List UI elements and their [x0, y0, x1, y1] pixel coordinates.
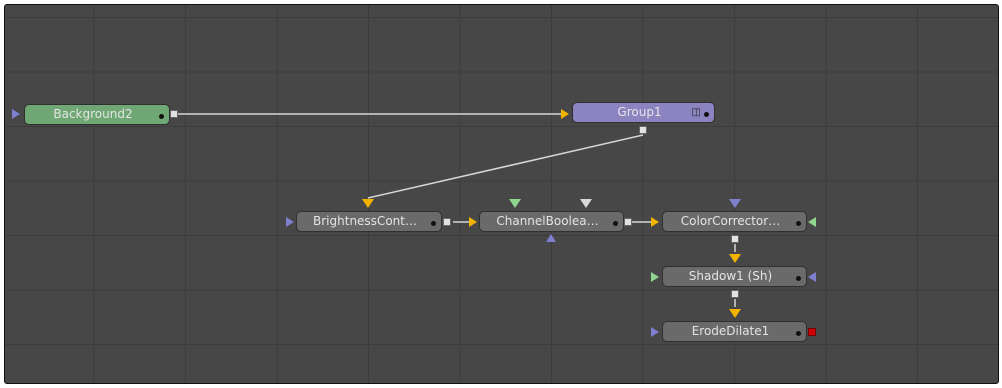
colorcorrector-input-port[interactable]	[651, 217, 659, 227]
node-erode-dilate1[interactable]: ErodeDilate1	[662, 321, 807, 342]
node-shadow1-label: Shadow1 (Sh)	[688, 269, 773, 283]
shadow-mask-input-port[interactable]	[808, 272, 816, 282]
brightness-mask-input-port[interactable]	[286, 217, 294, 227]
channel-effect-mask-input-port[interactable]	[580, 199, 592, 208]
group-expand-icon[interactable]: ◫	[692, 107, 701, 119]
node-background2[interactable]: Background2	[24, 104, 170, 125]
node-erode-dilate1-label: ErodeDilate1	[691, 324, 770, 338]
node-erode-dilate1-status-dot	[796, 331, 801, 336]
group1-output-port[interactable]	[639, 126, 647, 134]
node-group1[interactable]: Group1 ◫	[572, 102, 715, 123]
colorcorrector-side-input-port[interactable]	[808, 217, 816, 227]
node-group1-label: Group1	[617, 105, 662, 119]
node-color-corrector[interactable]: ColorCorrector…	[662, 211, 807, 232]
channel-background-input-port[interactable]	[469, 217, 477, 227]
node-group1-status-dot	[704, 112, 709, 117]
brightness-output-port[interactable]	[443, 218, 451, 226]
node-background2-status-dot	[159, 114, 164, 119]
background2-input-port[interactable]	[12, 109, 20, 119]
shadow-input-port[interactable]	[729, 254, 741, 263]
erode-output-port[interactable]	[808, 328, 816, 336]
flow-editor-canvas[interactable]	[4, 4, 999, 384]
node-color-corrector-status-dot	[796, 221, 801, 226]
node-brightness-contrast[interactable]: BrightnessCont…	[296, 211, 442, 232]
node-brightness-contrast-label: BrightnessCont…	[313, 214, 417, 228]
channel-bottom-mask-input-port[interactable]	[546, 234, 556, 242]
node-channel-booleans-status-dot	[613, 221, 618, 226]
node-channel-booleans-label: ChannelBoolea…	[496, 214, 599, 228]
channel-foreground-input-port[interactable]	[509, 199, 521, 208]
brightness-main-input-port[interactable]	[362, 199, 374, 208]
node-color-corrector-label: ColorCorrector…	[680, 214, 781, 228]
node-shadow1-status-dot	[796, 276, 801, 281]
shadow-output-port[interactable]	[731, 290, 739, 298]
background2-output-port[interactable]	[170, 110, 178, 118]
node-brightness-contrast-status-dot	[431, 221, 436, 226]
node-shadow1[interactable]: Shadow1 (Sh)	[662, 266, 807, 287]
node-background2-label: Background2	[53, 107, 133, 121]
colorcorrector-mask-input-port[interactable]	[729, 199, 741, 208]
shadow-left-input-port[interactable]	[651, 272, 659, 282]
node-channel-booleans[interactable]: ChannelBoolea…	[479, 211, 624, 232]
colorcorrector-output-port[interactable]	[731, 235, 739, 243]
group1-input-port[interactable]	[561, 109, 569, 119]
erode-input-port[interactable]	[729, 309, 741, 318]
erode-mask-input-port[interactable]	[651, 327, 659, 337]
channel-output-port[interactable]	[624, 218, 632, 226]
